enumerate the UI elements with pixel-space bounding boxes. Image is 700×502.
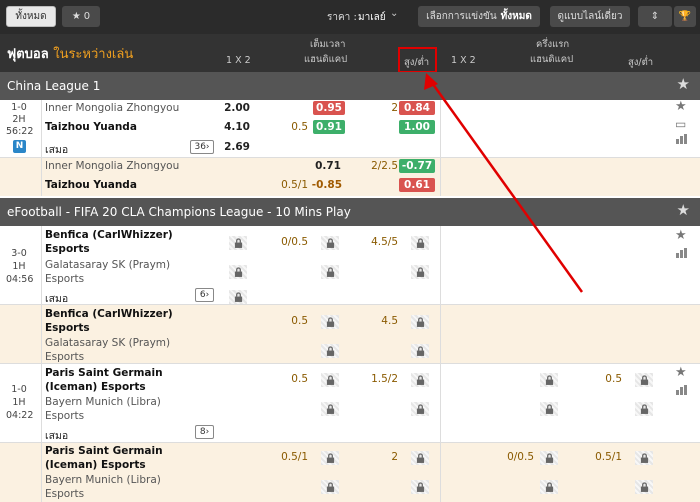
annotation-arrow bbox=[424, 73, 584, 293]
arrow-line bbox=[428, 79, 584, 293]
